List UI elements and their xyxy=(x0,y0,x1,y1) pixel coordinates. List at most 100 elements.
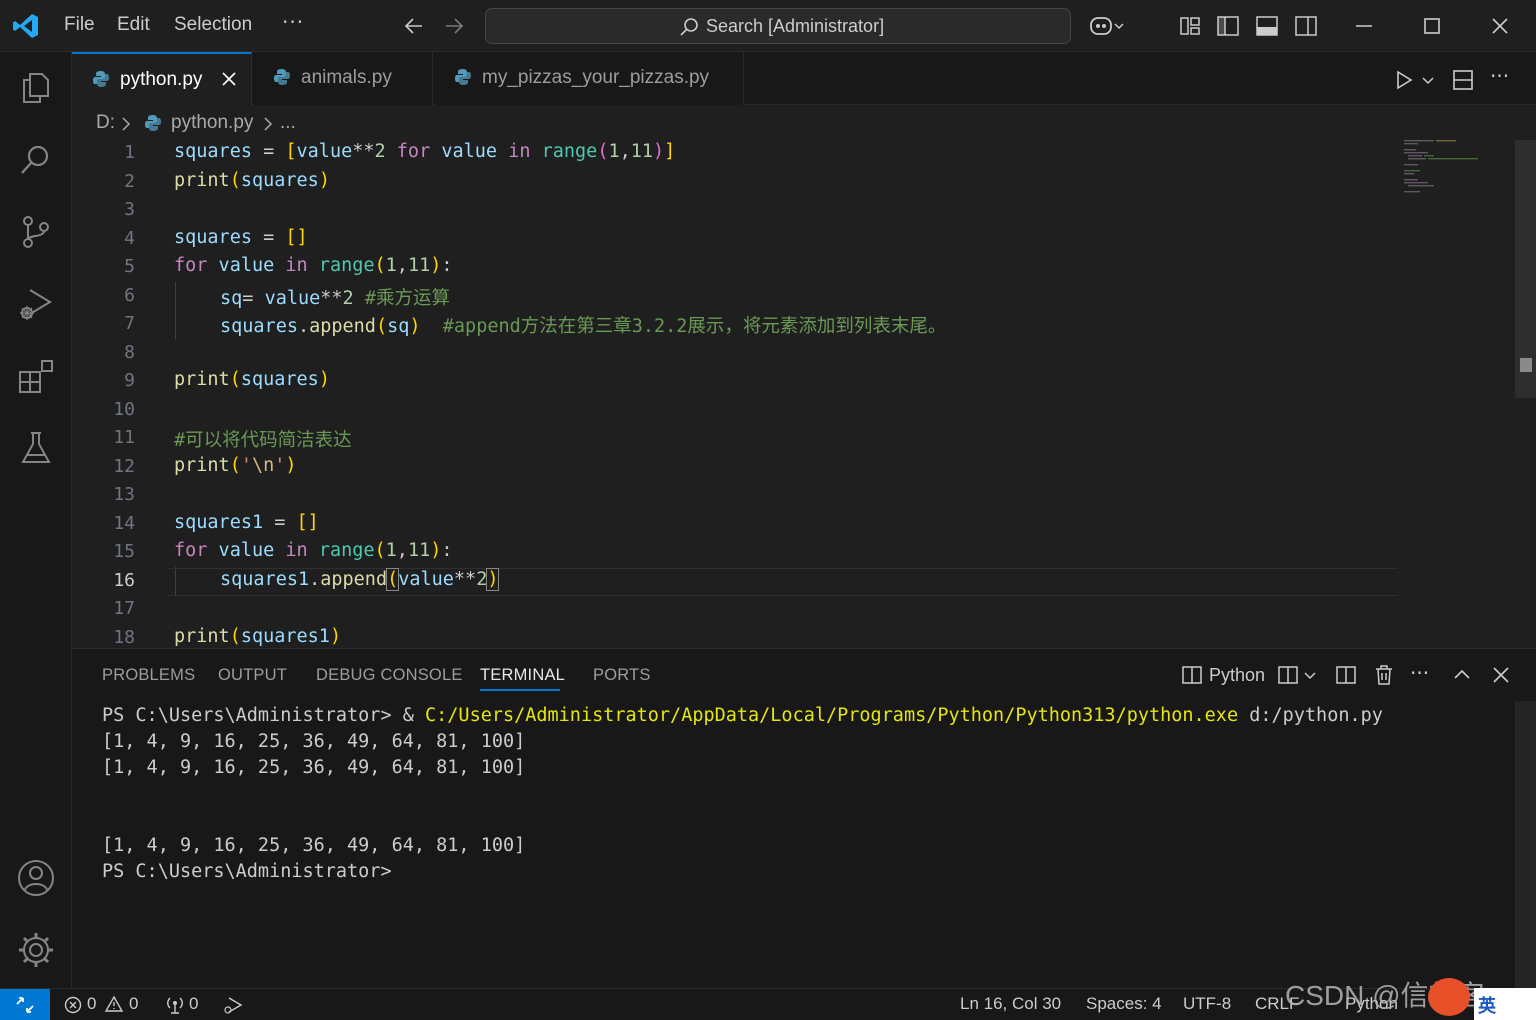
source-control-icon[interactable] xyxy=(16,212,56,252)
menu-more-button[interactable]: ··· xyxy=(282,10,304,34)
menu-edit[interactable]: Edit xyxy=(117,14,150,36)
editor-more-actions-button[interactable]: ··· xyxy=(1490,64,1509,88)
terminal-dropdown-chevron-icon[interactable] xyxy=(1302,667,1318,683)
run-python-file-icon[interactable] xyxy=(1392,68,1416,92)
line-number: 16 xyxy=(113,569,135,591)
line-number: 18 xyxy=(113,626,135,648)
line-number: 17 xyxy=(113,598,135,619)
python-file-icon xyxy=(274,69,290,85)
run-and-debug-icon[interactable] xyxy=(16,284,56,324)
bottom-panel: PROBLEMS OUTPUT DEBUG CONSOLE TERMINAL P… xyxy=(72,648,1536,989)
line-number: 5 xyxy=(124,256,135,277)
ports-forwarded-icon[interactable] xyxy=(164,995,186,1015)
back-arrow-icon[interactable] xyxy=(402,14,426,38)
tab-ports[interactable]: PORTS xyxy=(593,666,651,685)
indentation[interactable]: Spaces: 4 xyxy=(1086,994,1162,1014)
line-number: 1 xyxy=(124,142,135,163)
error-icon[interactable] xyxy=(64,996,82,1014)
command-center-search[interactable]: Search [Administrator] xyxy=(485,8,1071,44)
panel-more-actions-button[interactable]: ··· xyxy=(1410,661,1429,685)
code-line: 13 xyxy=(72,482,1397,511)
tab-animals-py[interactable]: animals.py xyxy=(253,52,433,105)
tab-output[interactable]: OUTPUT xyxy=(218,666,287,685)
search-icon[interactable] xyxy=(16,140,56,180)
tab-label: animals.py xyxy=(301,67,392,88)
python-file-icon xyxy=(455,69,471,85)
file-encoding[interactable]: UTF-8 xyxy=(1183,994,1231,1014)
accounts-icon[interactable] xyxy=(16,858,56,898)
customize-layout-icon[interactable] xyxy=(1178,14,1202,38)
tab-problems[interactable]: PROBLEMS xyxy=(102,666,195,685)
terminal-prompt: PS C:\Users\Administrator> xyxy=(102,861,392,882)
code-text: print('\n') xyxy=(174,454,297,476)
toggle-panel-icon[interactable] xyxy=(1255,14,1279,38)
search-icon xyxy=(680,18,698,36)
activity-bar xyxy=(0,52,72,988)
extensions-icon[interactable] xyxy=(16,356,56,396)
code-line: 8 xyxy=(72,340,1397,369)
breadcrumb-drive[interactable]: D: xyxy=(96,112,115,134)
error-count[interactable]: 0 xyxy=(87,994,96,1014)
line-number: 15 xyxy=(113,541,135,562)
terminal-scrollbar[interactable] xyxy=(1515,701,1536,989)
close-window-icon[interactable] xyxy=(1488,14,1512,38)
scrollbar-cursor-marker xyxy=(1520,358,1532,372)
split-editor-icon[interactable] xyxy=(1451,68,1475,92)
toggle-secondary-sidebar-icon[interactable] xyxy=(1294,14,1318,38)
tab-label: python.py xyxy=(120,69,203,90)
new-terminal-split-icon[interactable] xyxy=(1276,663,1300,687)
minimap[interactable] xyxy=(1402,140,1512,200)
tab-terminal[interactable]: TERMINAL xyxy=(480,666,565,685)
breadcrumb-symbols[interactable]: ... xyxy=(280,112,296,134)
remote-indicator[interactable] xyxy=(0,989,50,1020)
cursor-position[interactable]: Ln 16, Col 30 xyxy=(960,994,1061,1014)
code-text: print(squares1) xyxy=(174,625,342,647)
trash-icon[interactable] xyxy=(1372,663,1396,687)
code-line: 9 print(squares) xyxy=(72,368,1397,397)
tab-debug-console[interactable]: DEBUG CONSOLE xyxy=(316,666,463,685)
debug-launch-icon[interactable] xyxy=(222,995,244,1015)
minimize-icon[interactable] xyxy=(1352,14,1376,38)
close-tab-icon[interactable] xyxy=(219,69,239,89)
settings-gear-icon[interactable] xyxy=(16,930,56,970)
breadcrumb: D: python.py ... xyxy=(72,106,1402,140)
terminal-line: PS C:\Users\Administrator> & C:/Users/Ad… xyxy=(102,705,1383,726)
code-line: 4 squares = [] xyxy=(72,226,1397,255)
editor-tabs-bar: python.py animals.py my_pizzas_your_pizz… xyxy=(72,52,1536,106)
line-number: 4 xyxy=(124,227,135,249)
code-line: 5 for value in range(1,11): xyxy=(72,254,1397,283)
terminal-shell-label[interactable]: Python xyxy=(1209,665,1265,686)
code-line-current: 16 squares1.append(value**2) xyxy=(72,567,1398,596)
line-number: 7 xyxy=(124,313,135,334)
watermark-badge xyxy=(1428,978,1470,1016)
line-number: 13 xyxy=(113,484,135,505)
explorer-icon[interactable] xyxy=(16,68,56,108)
ports-count[interactable]: 0 xyxy=(189,994,198,1014)
code-text: #可以将代码简洁表达 xyxy=(174,430,352,451)
split-terminal-icon[interactable] xyxy=(1334,663,1358,687)
tab-python-py[interactable]: python.py xyxy=(72,52,252,106)
code-editor[interactable]: 1 squares = [value**2 for value in range… xyxy=(72,140,1536,648)
terminal-split-icon[interactable] xyxy=(1180,663,1204,687)
warning-icon[interactable] xyxy=(104,995,124,1013)
code-line: 12 print('\n') xyxy=(72,454,1397,483)
forward-arrow-icon[interactable] xyxy=(442,14,466,38)
warning-count[interactable]: 0 xyxy=(129,994,138,1014)
line-number: 14 xyxy=(113,512,135,534)
copilot-icon[interactable] xyxy=(1088,14,1124,38)
maximize-icon[interactable] xyxy=(1420,14,1444,38)
terminal-line: [1, 4, 9, 16, 25, 36, 49, 64, 81, 100] xyxy=(102,731,526,752)
toggle-primary-sidebar-icon[interactable] xyxy=(1216,14,1240,38)
menu-selection[interactable]: Selection xyxy=(174,14,252,36)
testing-icon[interactable] xyxy=(16,428,56,468)
breadcrumb-file[interactable]: python.py xyxy=(171,112,253,134)
menu-file[interactable]: File xyxy=(64,14,95,36)
vscode-logo-icon[interactable] xyxy=(12,12,40,40)
close-panel-icon[interactable] xyxy=(1489,663,1513,687)
tab-my-pizzas-py[interactable]: my_pizzas_your_pizzas.py xyxy=(434,52,744,105)
maximize-panel-chevron-icon[interactable] xyxy=(1450,663,1474,687)
code-line: 14 squares1 = [] xyxy=(72,511,1397,540)
ime-indicator[interactable]: 英 xyxy=(1474,988,1536,1020)
run-dropdown-chevron-icon[interactable] xyxy=(1420,70,1436,90)
chevron-right-icon xyxy=(264,117,273,131)
